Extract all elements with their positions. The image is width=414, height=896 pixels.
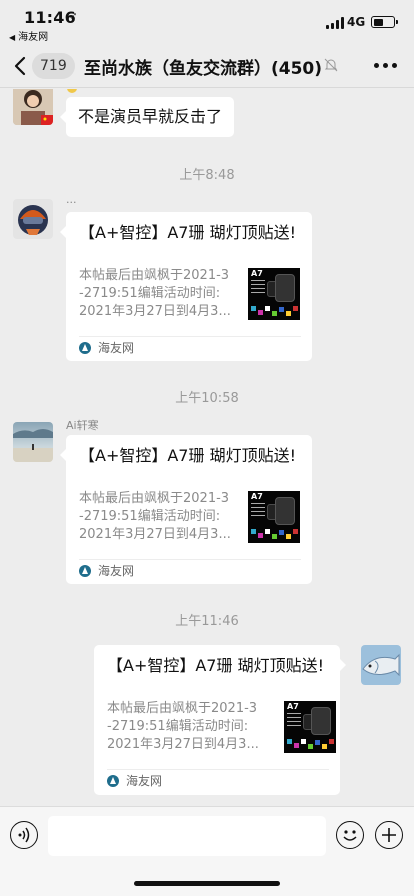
card-divider: [79, 559, 301, 560]
back-to-app-link[interactable]: ◀ 海友网: [9, 28, 48, 43]
back-button[interactable]: 719: [10, 53, 75, 79]
back-triangle-icon: ◀: [9, 33, 16, 42]
message-bubble[interactable]: 不是演员早就反击了: [59, 97, 235, 137]
card-source: 海友网: [98, 564, 135, 578]
avatar[interactable]: [13, 199, 53, 239]
smile-reaction-icon: [67, 89, 77, 93]
link-card[interactable]: 【A+智控】A7珊 瑚灯顶贴送! 本帖最后由飒枫于2021-3 -2719:51…: [94, 645, 346, 795]
card-title: 【A+智控】A7珊 瑚灯顶贴送!: [107, 656, 324, 675]
battery-icon: [371, 16, 398, 28]
card-description: 本帖最后由飒枫于2021-3 -2719:51编辑活动时间: 2021年3月27…: [79, 491, 231, 542]
message-text: 不是演员早就反击了: [78, 107, 223, 126]
chat-title: 至尚水族（鱼友交流群）(450): [84, 59, 323, 79]
thumb-label: A7: [251, 269, 263, 278]
unread-count-badge: 719: [32, 53, 75, 79]
card-description: 本帖最后由飒枫于2021-3 -2719:51编辑活动时间: 2021年3月27…: [107, 701, 259, 752]
network-type: 4G: [347, 15, 366, 29]
signal-icon: [326, 17, 344, 29]
bell-off-icon: [324, 58, 338, 72]
card-source: 海友网: [126, 774, 163, 788]
card-source: 海友网: [98, 341, 135, 355]
avatar[interactable]: [13, 422, 53, 462]
location-arrow-icon: ➶: [69, 11, 78, 22]
card-thumbnail: A7: [248, 268, 300, 320]
voice-icon[interactable]: [10, 821, 38, 849]
message-list[interactable]: 不是演员早就反击了 上午8:48 ... 【A+智控】A7珊 瑚灯顶贴送! 本帖…: [0, 89, 414, 805]
emoji-icon[interactable]: [336, 821, 364, 849]
card-thumbnail: A7: [284, 701, 336, 753]
plus-icon[interactable]: [375, 821, 403, 849]
haiyou-logo-icon: [79, 342, 91, 354]
chevron-left-icon: [14, 56, 26, 76]
status-bar: 11:46 ➶ ◀ 海友网 4G: [0, 0, 414, 44]
card-title: 【A+智控】A7珊 瑚灯顶贴送!: [79, 446, 296, 465]
sender-nickname: ...: [66, 193, 77, 206]
more-dots-icon[interactable]: [374, 63, 398, 69]
card-thumbnail: A7: [248, 491, 300, 543]
card-description: 本帖最后由飒枫于2021-3 -2719:51编辑活动时间: 2021年3月27…: [79, 268, 231, 319]
message-input[interactable]: [48, 816, 326, 856]
avatar[interactable]: [361, 645, 401, 685]
link-card[interactable]: 【A+智控】A7珊 瑚灯顶贴送! 本帖最后由飒枫于2021-3 -2719:51…: [60, 435, 312, 584]
timestamp: 上午8:48: [179, 168, 235, 183]
timestamp: 上午11:46: [175, 614, 239, 629]
card-title: 【A+智控】A7珊 瑚灯顶贴送!: [79, 223, 296, 242]
thumb-label: A7: [251, 492, 263, 501]
card-divider: [79, 336, 301, 337]
haiyou-logo-icon: [107, 775, 119, 787]
home-indicator[interactable]: [134, 881, 280, 886]
timestamp: 上午10:58: [175, 391, 239, 406]
card-divider: [107, 769, 329, 770]
chat-header: 719 至尚水族（鱼友交流群）(450): [0, 44, 414, 88]
haiyou-logo-icon: [79, 565, 91, 577]
sender-nickname: Ai轩寒: [66, 419, 99, 432]
back-app-label: 海友网: [18, 32, 49, 43]
thumb-label: A7: [287, 702, 299, 711]
link-card[interactable]: 【A+智控】A7珊 瑚灯顶贴送! 本帖最后由飒枫于2021-3 -2719:51…: [60, 212, 312, 361]
avatar[interactable]: [13, 89, 53, 125]
